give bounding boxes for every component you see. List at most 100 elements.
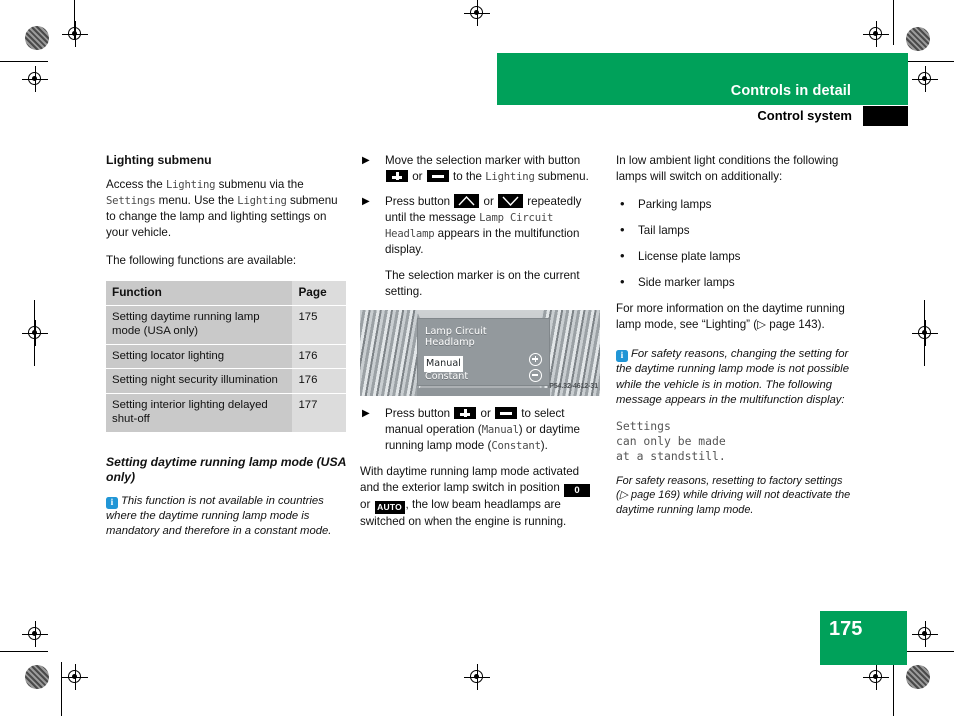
closing-paragraph: With daytime running lamp mode activated… (360, 464, 600, 530)
intro-text-b: submenu via the (215, 178, 304, 191)
list-item: Side marker lamps (616, 274, 856, 291)
crop-line-bottom-left-v (61, 662, 62, 716)
info-note-right-text: For safety reasons, changing the setting… (616, 348, 849, 407)
functions-available-text: The following functions are available: (106, 254, 297, 267)
minus-button-icon (426, 170, 449, 182)
table-cell-function: Setting interior lighting delayed shut-o… (106, 393, 293, 433)
info-note-right: i For safety reasons, changing the settin… (616, 347, 856, 409)
crop-line-bottom-right-v (893, 662, 894, 716)
header-section-title: Control system (757, 108, 852, 123)
page-number-badge: 175 (820, 611, 907, 665)
mode-value-manual: Manual (481, 424, 519, 436)
info-note-left: i This function is not available in count… (106, 494, 346, 540)
instruction-steps-bottom: ▶ Press button or to select manual operat… (360, 406, 600, 454)
list-item: Parking lamps (616, 196, 856, 213)
intro-text-a: Access the (106, 178, 166, 191)
table-row: Setting locator lighting 176 (106, 344, 346, 369)
table-cell-page: 176 (292, 344, 346, 369)
display-warning-line3: at a standstill. (616, 448, 726, 463)
circle-minus-icon (529, 369, 542, 382)
registration-mark-top-left-lower (22, 66, 48, 92)
header-chapter-banner: Controls in detail (497, 53, 908, 105)
step-select-mode: ▶ Press button or to select manual operat… (360, 406, 600, 454)
registration-mark-top-center (464, 0, 490, 26)
table-row: Setting night security illumination 176 (106, 368, 346, 394)
registration-mark-top-left-upper (62, 21, 88, 47)
step2-text-b: or (480, 195, 498, 208)
step2-followup-text: The selection marker is on the current s… (385, 269, 580, 298)
step-arrow-icon: ▶ (362, 196, 370, 207)
step-move-selection-marker: ▶ Move the selection marker with button o… (360, 153, 600, 185)
step2-text-a: Press button (385, 195, 454, 208)
registration-circle-top-left (25, 26, 49, 50)
multifunction-display-screen: Lamp Circuit Headlamp Manual Constant (417, 318, 550, 386)
crop-line-top-right-v (893, 0, 894, 45)
down-button-icon (498, 194, 524, 208)
table-header-row: Function Page (106, 281, 346, 306)
table-cell-function: Setting locator lighting (106, 344, 293, 369)
table-header-page: Page (292, 281, 346, 306)
display-lower-strip (417, 388, 550, 396)
display-message-headlamp: Headlamp (385, 228, 435, 240)
up-button-icon (454, 194, 480, 208)
lamp-switch-auto-icon: AUTO (374, 501, 405, 514)
closing-text-b: or (360, 498, 374, 511)
display-title-line2: Headlamp (425, 337, 475, 348)
table-header-function: Function (106, 281, 293, 306)
minus-button-icon (495, 407, 518, 419)
crop-line-top-left-v (74, 0, 75, 40)
info-note-right-secondary: For safety reasons, resetting to factory… (616, 474, 851, 516)
crop-line-top-right-h (906, 61, 954, 62)
crop-line-bottom-left-h (0, 651, 48, 652)
closing-text-a: With daytime running lamp mode activated… (360, 465, 580, 494)
display-message-lamp-circuit: Lamp Circuit (479, 212, 554, 224)
header-section-bar: Control system (497, 106, 908, 127)
registration-mark-bottom-right-upper (912, 621, 938, 647)
cross-reference-lighting: For more information on the daytime runn… (616, 302, 845, 331)
intro-text-c: menu. Use the (155, 194, 238, 207)
step1-text-d: submenu. (534, 170, 589, 183)
display-option-constant: Constant (425, 371, 469, 382)
step-press-up-down: ▶ Press button or repeatedly until the me… (360, 194, 600, 300)
step3-text-e: ). (540, 439, 548, 452)
crop-line-mid-left-v (34, 300, 35, 366)
page-title: Lighting submenu (106, 153, 212, 167)
crop-line-mid-right-v (924, 300, 925, 366)
plus-button-icon (454, 407, 477, 419)
info-icon: i (106, 496, 118, 509)
registration-circle-bottom-left (25, 665, 49, 689)
plus-button-icon (386, 170, 408, 182)
low-light-intro: In low ambient light conditions the foll… (616, 154, 839, 183)
step1-text-c: to the (449, 170, 486, 183)
lamps-bullet-list: Parking lamps Tail lamps License plate l… (616, 196, 856, 291)
crop-line-top-left-h (0, 61, 48, 62)
table-cell-page: 175 (292, 305, 346, 345)
menu-name-settings: Settings (106, 195, 156, 207)
registration-mark-mid-left (22, 320, 48, 346)
step3-text-b: or (477, 407, 495, 420)
intro-paragraph: Access the Lighting submenu via the Sett… (106, 177, 346, 241)
multifunction-display-figure: Lamp Circuit Headlamp Manual Constant P5… (360, 310, 600, 396)
header-section-marker (863, 106, 908, 126)
display-warning-message: Settings can only be made at a standstil… (616, 419, 856, 464)
step3-text-a: Press button (385, 407, 454, 420)
menu-name-lighting-1: Lighting (165, 179, 216, 191)
registration-mark-bottom-left-lower (62, 664, 88, 690)
registration-mark-bottom-right-lower (863, 664, 889, 690)
header-chapter-title: Controls in detail (730, 83, 851, 99)
step1-text-b: or (409, 170, 426, 183)
table-row: Setting daytime running lamp mode (USA o… (106, 305, 346, 345)
list-item: License plate lamps (616, 248, 856, 265)
figure-caption-code: P54.32-4612-31 (549, 383, 598, 390)
functions-table: Function Page Setting daytime running la… (106, 281, 346, 433)
list-item: Tail lamps (616, 222, 856, 239)
step-arrow-icon: ▶ (362, 155, 370, 166)
display-warning-line2: can only be made (616, 433, 726, 448)
display-warning-line1: Settings (616, 418, 671, 433)
registration-mark-bottom-center (464, 664, 490, 690)
table-cell-function: Setting daytime running lamp mode (USA o… (106, 305, 293, 345)
info-icon: i (616, 350, 628, 362)
registration-circle-bottom-right (906, 665, 930, 689)
instruction-steps-top: ▶ Move the selection marker with button o… (360, 153, 600, 300)
circle-plus-icon (529, 353, 542, 366)
